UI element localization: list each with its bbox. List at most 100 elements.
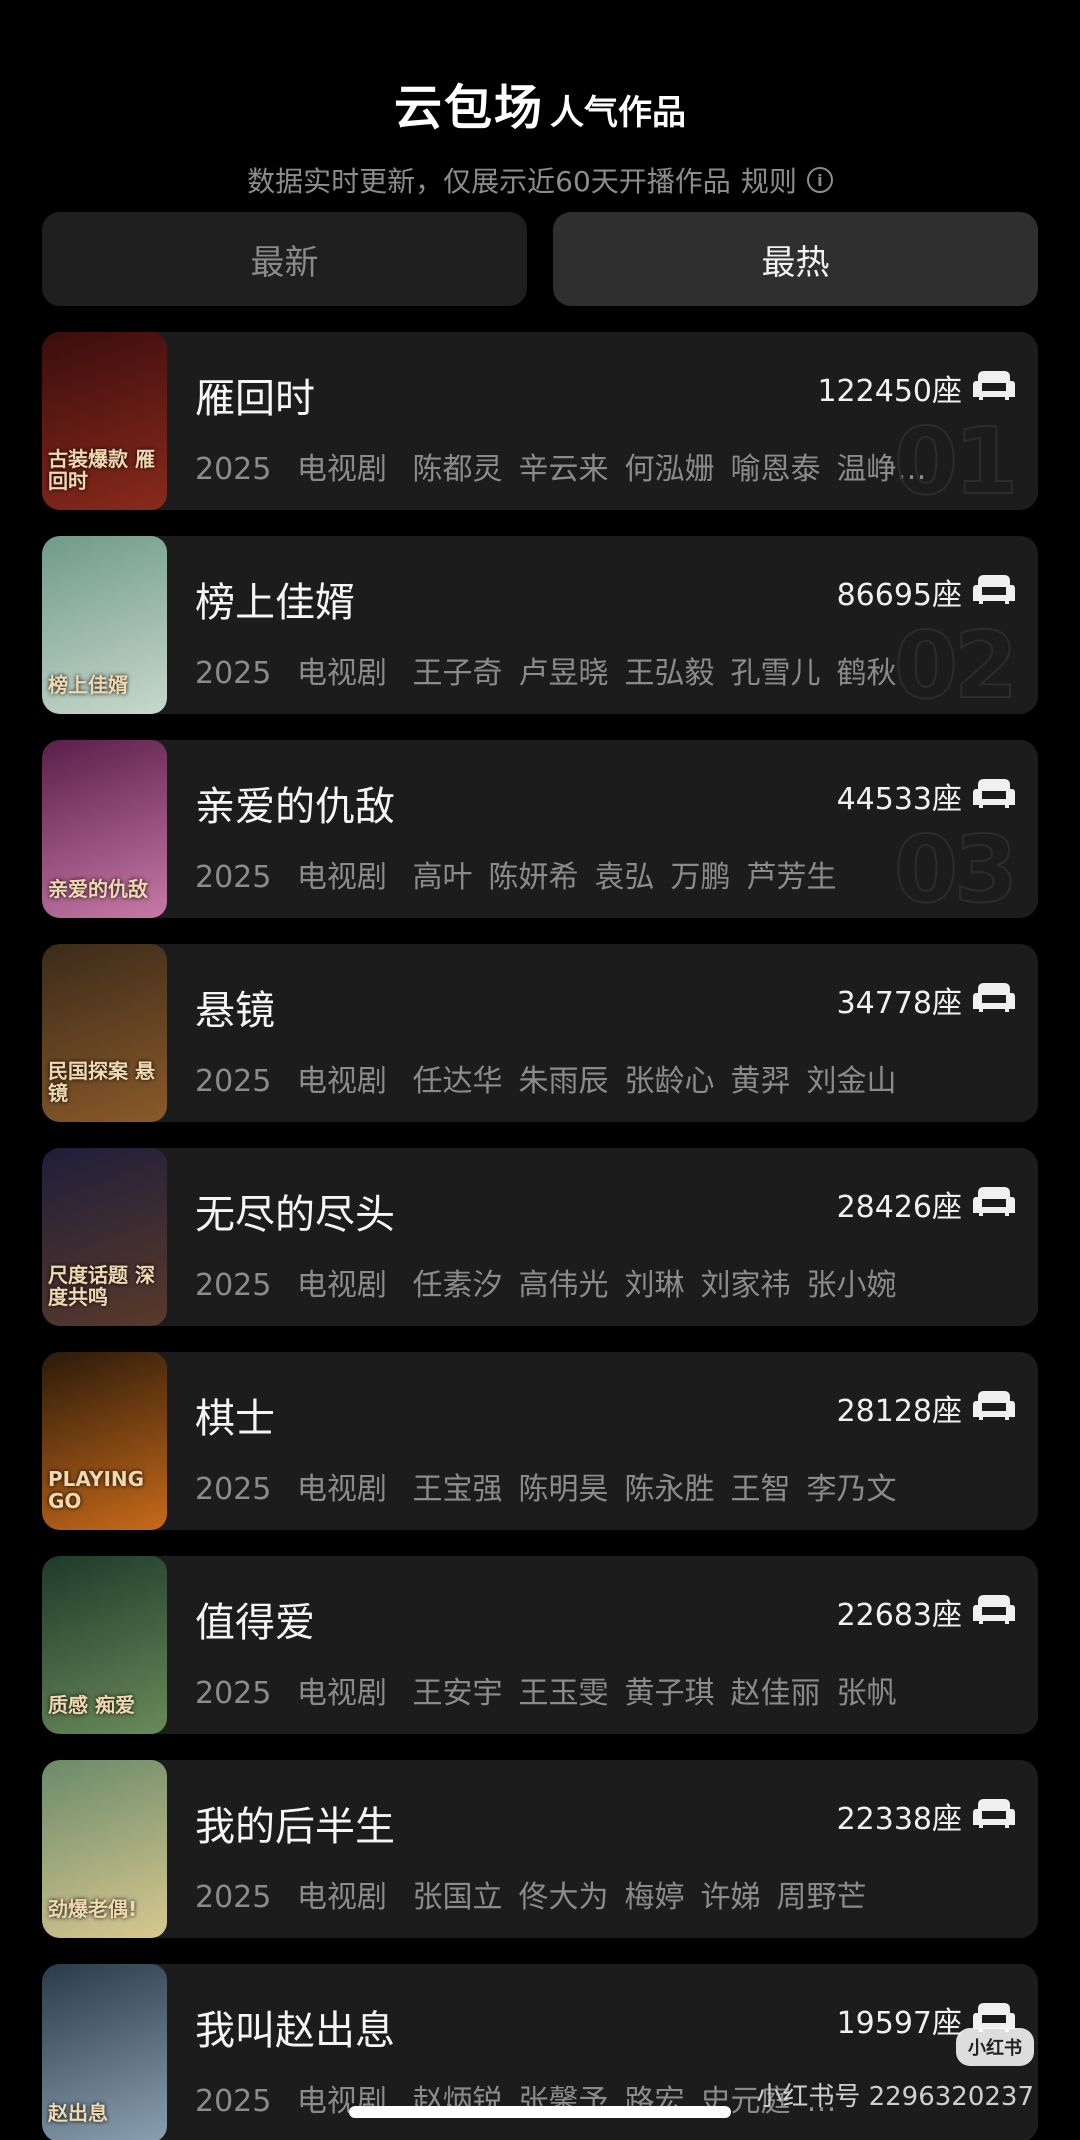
drama-title: 亲爱的仇敌 [195,784,395,830]
home-indicator [349,2106,731,2118]
page-title: 云包场 人气作品 [394,68,686,138]
drama-meta: 2025 电视剧 陈都灵 辛云来 何泓姗 喻恩泰 温峥… [195,444,938,488]
header: 云包场 人气作品 数据实时更新，仅展示近60天开播作品 规则 i [0,68,1080,200]
sofa-icon [972,367,1016,409]
seat-count-value: 28128座 [836,1394,962,1429]
rank-number: 01 [893,408,1019,510]
cast-member: 孔雪儿 [730,656,821,691]
cast-member: 高叶 [412,860,473,895]
drama-card[interactable]: 尺度话题 深度共鸣 无尽的尽头 2025 电视剧 任素汐 高伟光 刘琳 刘家祎 张小婉 … [42,1148,1038,1326]
sofa-icon [972,1183,1016,1225]
drama-title: 我叫赵出息 [195,2008,395,2054]
seat-count: 22338座 [837,1794,1016,1838]
drama-category: 电视剧 [296,1064,387,1099]
drama-category: 电视剧 [296,1676,387,1711]
drama-meta: 2025 电视剧 高叶 陈妍希 袁弘 万鹏 芦芳生 [195,852,938,896]
rank-number: 03 [893,816,1019,918]
poster-image[interactable]: 质感 痴爱 [42,1556,167,1734]
tab-hottest[interactable]: 最热 [553,212,1038,306]
drama-card[interactable]: 亲爱的仇敌 亲爱的仇敌 2025 电视剧 高叶 陈妍希 袁弘 万鹏 芦芳生 44533座… [42,740,1038,918]
drama-meta: 2025 电视剧 王宝强 陈明昊 陈永胜 王智 李乃文 [195,1464,938,1508]
cast-member: 张国立 [412,1880,503,1915]
cast-member: 王安宇 [412,1676,503,1711]
drama-meta: 2025 电视剧 王安宇 王玉雯 黄子琪 赵佳丽 张帆 [195,1668,938,1712]
cast-member: 袁弘 [594,860,655,895]
poster-caption: PLAYING GO [48,1467,145,1513]
cast-member: 万鹏 [670,860,731,895]
drama-title: 棋士 [195,1396,275,1442]
page: 云包场 人气作品 数据实时更新，仅展示近60天开播作品 规则 i 最新 最热 古… [0,0,1080,2140]
seat-count: 28426座 [837,1182,1016,1226]
drama-info: 悬镜 2025 电视剧 任达华 朱雨辰 张龄心 黄羿 刘金山 34778座 [167,944,1038,1122]
drama-year: 2025 [195,1064,272,1099]
drama-card[interactable]: 质感 痴爱 值得爱 2025 电视剧 王安宇 王玉雯 黄子琪 赵佳丽 张帆 22683座 [42,1556,1038,1734]
seat-count-value: 122450座 [817,374,962,409]
seat-count-value: 44533座 [836,782,962,817]
seat-count: 28128座 [837,1386,1016,1430]
drama-category: 电视剧 [296,860,387,895]
drama-title: 无尽的尽头 [195,1192,395,1238]
poster-image[interactable]: 民国探案 悬镜 [42,944,167,1122]
poster-image[interactable]: 赵出息 [42,1964,167,2140]
drama-category: 电视剧 [296,1880,387,1915]
cast-member: 赵佳丽 [730,1676,821,1711]
cast-member: 朱雨辰 [518,1064,609,1099]
seat-count: 34778座 [837,978,1016,1022]
cast-member: 王子奇 [412,656,503,691]
cast-member: 黄子琪 [624,1676,715,1711]
subtitle: 数据实时更新，仅展示近60天开播作品 规则 i [0,160,1080,200]
drama-card[interactable]: 古装爆款 雁回时 雁回时 2025 电视剧 陈都灵 辛云来 何泓姗 喻恩泰 温峥… 12… [42,332,1038,510]
cast-member: 刘家祎 [700,1268,791,1303]
tab-latest[interactable]: 最新 [42,212,527,306]
drama-category: 电视剧 [296,1268,387,1303]
seat-count-value: 34778座 [836,986,962,1021]
poster-image[interactable]: 榜上佳婿 [42,536,167,714]
seat-count-value: 19597座 [836,2006,962,2041]
poster-image[interactable]: 劲爆老偶! [42,1760,167,1938]
cast-member: 梅婷 [624,1880,685,1915]
cast-member: 何泓姗 [624,452,715,487]
cast-member: 任达华 [412,1064,503,1099]
poster-image[interactable]: PLAYING GO [42,1352,167,1530]
poster-caption: 尺度话题 深度共鸣 [48,1263,155,1309]
rank-number: 02 [893,612,1019,714]
drama-title: 悬镜 [195,988,275,1034]
drama-card[interactable]: 民国探案 悬镜 悬镜 2025 电视剧 任达华 朱雨辰 张龄心 黄羿 刘金山 34778… [42,944,1038,1122]
drama-meta: 2025 电视剧 王子奇 卢昱晓 王弘毅 孔雪儿 鹤秋 [195,648,938,692]
drama-info: 雁回时 2025 电视剧 陈都灵 辛云来 何泓姗 喻恩泰 温峥… 122450座 01 [167,332,1038,510]
cast-member: 李乃文 [806,1472,897,1507]
seat-count-value: 22338座 [836,1802,962,1837]
sort-tabs: 最新 最热 [42,212,1038,306]
poster-caption: 古装爆款 雁回时 [48,447,155,493]
cast-member: 许娣 [700,1880,761,1915]
drama-card[interactable]: 劲爆老偶! 我的后半生 2025 电视剧 张国立 佟大为 梅婷 许娣 周野芒 22338… [42,1760,1038,1938]
drama-meta: 2025 电视剧 任素汐 高伟光 刘琳 刘家祎 张小婉 [195,1260,938,1304]
seat-count: 22683座 [837,1590,1016,1634]
cast-member: 刘金山 [806,1064,897,1099]
seat-count-value: 22683座 [836,1598,962,1633]
drama-title: 我的后半生 [195,1804,395,1850]
sofa-icon [972,1387,1016,1429]
drama-card[interactable]: 榜上佳婿 榜上佳婿 2025 电视剧 王子奇 卢昱晓 王弘毅 孔雪儿 鹤秋 86695座… [42,536,1038,714]
sofa-icon [972,571,1016,613]
drama-year: 2025 [195,860,272,895]
poster-image[interactable]: 尺度话题 深度共鸣 [42,1148,167,1326]
sofa-icon [972,1795,1016,1837]
drama-year: 2025 [195,1676,272,1711]
drama-meta: 2025 电视剧 任达华 朱雨辰 张龄心 黄羿 刘金山 [195,1056,938,1100]
drama-category: 电视剧 [296,452,387,487]
cast-member: 王宝强 [412,1472,503,1507]
info-icon[interactable]: i [806,167,833,193]
drama-category: 电视剧 [296,656,387,691]
cast-member: 王智 [730,1472,791,1507]
cast-member: 周野芒 [776,1880,867,1915]
cast-member: 辛云来 [518,452,609,487]
drama-year: 2025 [195,1472,272,1507]
rules-link[interactable]: 规则 [741,160,797,200]
cast-member: 佟大为 [518,1880,609,1915]
poster-image[interactable]: 亲爱的仇敌 [42,740,167,918]
poster-image[interactable]: 古装爆款 雁回时 [42,332,167,510]
drama-info: 棋士 2025 电视剧 王宝强 陈明昊 陈永胜 王智 李乃文 28128座 [167,1352,1038,1530]
cast-member: 鹤秋 [836,656,897,691]
drama-card[interactable]: PLAYING GO 棋士 2025 电视剧 王宝强 陈明昊 陈永胜 王智 李乃文 28… [42,1352,1038,1530]
